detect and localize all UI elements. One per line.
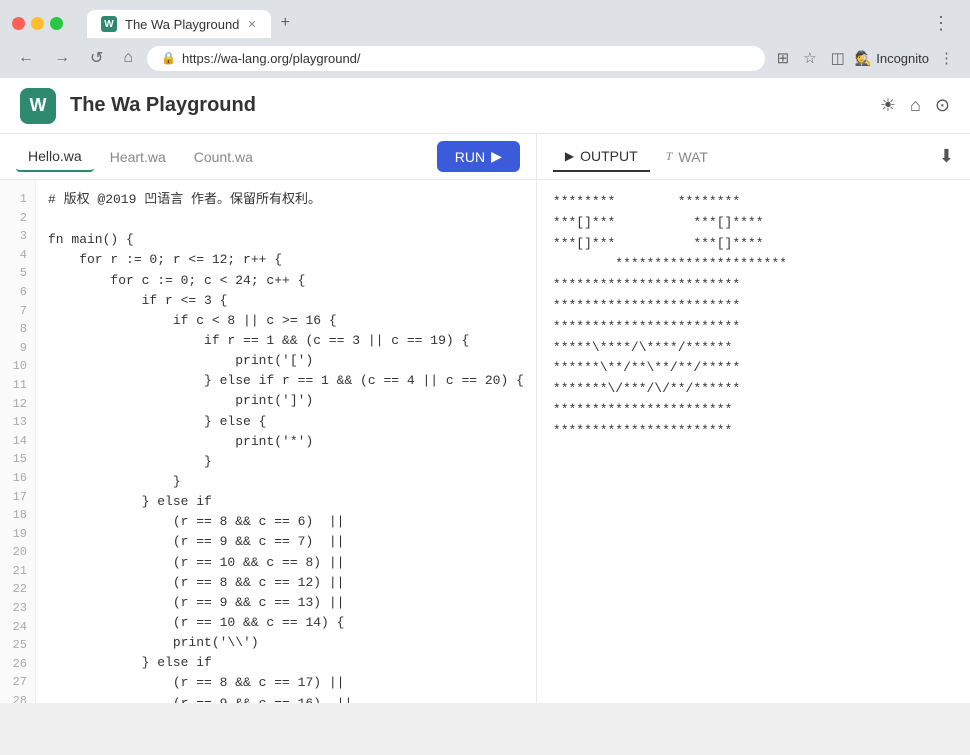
line-number: 10 <box>0 357 35 376</box>
bookmark-icon[interactable]: ☆ <box>799 45 820 71</box>
sidebar-icon[interactable]: ◫ <box>827 45 849 71</box>
line-numbers: 1234567891011121314151617181920212223242… <box>0 180 36 703</box>
line-number: 18 <box>0 506 35 525</box>
theme-icon[interactable]: ☀ <box>880 95 896 116</box>
nav-icons: ⊞ ☆ ◫ 🕵 Incognito ⋮ <box>773 45 958 71</box>
line-number: 20 <box>0 543 35 562</box>
line-number: 15 <box>0 450 35 469</box>
output-content: ******** ******** ***[]*** ***[]**** ***… <box>537 180 970 703</box>
app-logo: W <box>20 88 56 124</box>
browser-chrome: W The Wa Playground ✕ + ⋮ ← → ↺ ⌂ 🔒 http… <box>0 0 970 78</box>
home-icon[interactable]: ⌂ <box>910 95 921 116</box>
github-icon[interactable]: ⊙ <box>935 95 950 116</box>
incognito-label: Incognito <box>876 51 929 66</box>
tab-wat[interactable]: T WAT <box>654 143 720 171</box>
line-number: 12 <box>0 395 35 414</box>
incognito-button[interactable]: 🕵 Incognito <box>855 50 929 67</box>
tab-close-icon[interactable]: ✕ <box>247 18 256 31</box>
line-number: 7 <box>0 302 35 321</box>
line-number: 17 <box>0 488 35 507</box>
line-number: 19 <box>0 525 35 544</box>
editor-tabs: Hello.wa Heart.wa Count.wa RUN ▶ <box>0 134 536 180</box>
browser-options-icon[interactable]: ⋮ <box>935 45 958 71</box>
line-number: 11 <box>0 376 35 395</box>
line-number: 22 <box>0 580 35 599</box>
tab-heart-wa[interactable]: Heart.wa <box>98 143 178 171</box>
line-number: 26 <box>0 655 35 674</box>
maximize-button[interactable] <box>50 17 63 30</box>
play-icon: ▶ <box>491 148 502 165</box>
browser-menu-icon[interactable]: ⋮ <box>932 13 950 34</box>
line-number: 13 <box>0 413 35 432</box>
nav-bar: ← → ↺ ⌂ 🔒 https://wa-lang.org/playground… <box>0 38 970 78</box>
tab-output[interactable]: ▶ OUTPUT <box>553 142 650 172</box>
line-number: 21 <box>0 562 35 581</box>
line-number: 16 <box>0 469 35 488</box>
code-area: 1234567891011121314151617181920212223242… <box>0 180 536 703</box>
line-number: 23 <box>0 599 35 618</box>
output-tab-icon: ▶ <box>565 149 574 163</box>
close-button[interactable] <box>12 17 25 30</box>
back-button[interactable]: ← <box>12 45 40 71</box>
line-number: 3 <box>0 227 35 246</box>
tab-count-wa[interactable]: Count.wa <box>182 143 265 171</box>
line-number: 9 <box>0 339 35 358</box>
line-number: 4 <box>0 246 35 265</box>
main-content: Hello.wa Heart.wa Count.wa RUN ▶ 1234567… <box>0 134 970 703</box>
output-pane: ▶ OUTPUT T WAT ⬇ ******** ******** ***[]… <box>537 134 970 703</box>
app: W The Wa Playground ☀ ⌂ ⊙ Hello.wa Heart… <box>0 78 970 703</box>
line-number: 8 <box>0 320 35 339</box>
url-text: https://wa-lang.org/playground/ <box>182 51 361 66</box>
address-bar[interactable]: 🔒 https://wa-lang.org/playground/ <box>147 46 765 71</box>
run-button[interactable]: RUN ▶ <box>437 141 520 172</box>
line-number: 28 <box>0 692 35 703</box>
tab-bar: W The Wa Playground ✕ + <box>87 8 300 38</box>
line-number: 6 <box>0 283 35 302</box>
app-header: W The Wa Playground ☀ ⌂ ⊙ <box>0 78 970 134</box>
line-number: 2 <box>0 209 35 228</box>
header-icons: ☀ ⌂ ⊙ <box>880 95 950 116</box>
refresh-button[interactable]: ↺ <box>84 44 109 72</box>
browser-tab-active[interactable]: W The Wa Playground ✕ <box>87 10 271 38</box>
translate-icon[interactable]: ⊞ <box>773 45 794 71</box>
output-tabs: ▶ OUTPUT T WAT ⬇ <box>537 134 970 180</box>
app-title: The Wa Playground <box>70 94 880 117</box>
line-number: 24 <box>0 618 35 637</box>
download-icon[interactable]: ⬇ <box>939 146 954 167</box>
line-number: 27 <box>0 673 35 692</box>
line-number: 5 <box>0 264 35 283</box>
tab-favicon: W <box>101 16 117 32</box>
code-content[interactable]: # 版权 @2019 凹语言 作者。保留所有权利。 fn main() { fo… <box>36 180 536 703</box>
forward-button[interactable]: → <box>48 45 76 71</box>
home-button[interactable]: ⌂ <box>117 45 139 71</box>
tab-title: The Wa Playground <box>125 17 239 32</box>
minimize-button[interactable] <box>31 17 44 30</box>
line-number: 25 <box>0 636 35 655</box>
wat-tab-icon: T <box>666 149 673 164</box>
new-tab-button[interactable]: + <box>271 8 300 38</box>
traffic-lights <box>12 17 63 30</box>
editor-pane: Hello.wa Heart.wa Count.wa RUN ▶ 1234567… <box>0 134 537 703</box>
incognito-icon: 🕵 <box>855 50 872 67</box>
title-bar: W The Wa Playground ✕ + ⋮ <box>0 0 970 38</box>
tab-hello-wa[interactable]: Hello.wa <box>16 142 94 172</box>
line-number: 14 <box>0 432 35 451</box>
line-number: 1 <box>0 190 35 209</box>
